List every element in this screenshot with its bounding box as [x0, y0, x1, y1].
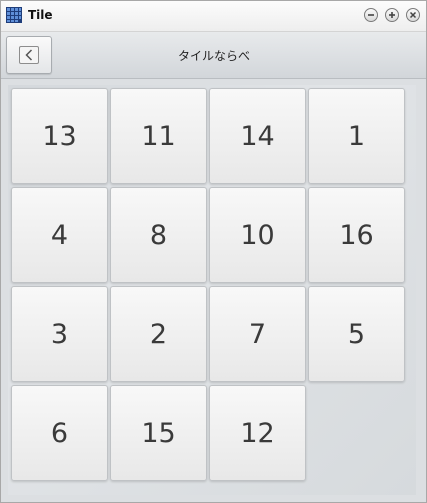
tile-3[interactable]: 3 [11, 286, 108, 382]
maximize-button[interactable] [385, 8, 399, 22]
maximize-icon [389, 12, 395, 18]
toolbar: タイルならべ [1, 32, 426, 79]
tile-16[interactable]: 16 [308, 187, 405, 283]
tile-14[interactable]: 14 [209, 88, 306, 184]
tile-2[interactable]: 2 [110, 286, 207, 382]
content-area: タイルならべ 13 11 14 1 4 8 10 16 3 2 7 5 6 15 12 [1, 32, 426, 502]
tile-12[interactable]: 12 [209, 385, 306, 481]
close-button[interactable] [406, 8, 420, 22]
tile-13[interactable]: 13 [11, 88, 108, 184]
tile-15[interactable]: 15 [110, 385, 207, 481]
title-bar[interactable]: Tile [1, 1, 426, 32]
tile-5[interactable]: 5 [308, 286, 405, 382]
page-title: タイルならべ [177, 49, 250, 63]
tile-1[interactable]: 1 [308, 88, 405, 184]
window-title: Tile [28, 8, 53, 22]
back-button[interactable] [6, 36, 52, 74]
tile-4[interactable]: 4 [11, 187, 108, 283]
chevron-left-icon [25, 49, 33, 61]
grid-app-icon [6, 7, 22, 23]
minimize-icon [368, 14, 374, 16]
tile-8[interactable]: 8 [110, 187, 207, 283]
tile-11[interactable]: 11 [110, 88, 207, 184]
minimize-button[interactable] [364, 8, 378, 22]
tile-7[interactable]: 7 [209, 286, 306, 382]
tile-6[interactable]: 6 [11, 385, 108, 481]
tile-10[interactable]: 10 [209, 187, 306, 283]
close-icon [409, 11, 417, 19]
app-window: Tile タイルならべ 13 11 14 1 4 8 10 16 3 2 7 5… [0, 0, 427, 503]
tile-board: 13 11 14 1 4 8 10 16 3 2 7 5 6 15 12 [8, 85, 416, 495]
